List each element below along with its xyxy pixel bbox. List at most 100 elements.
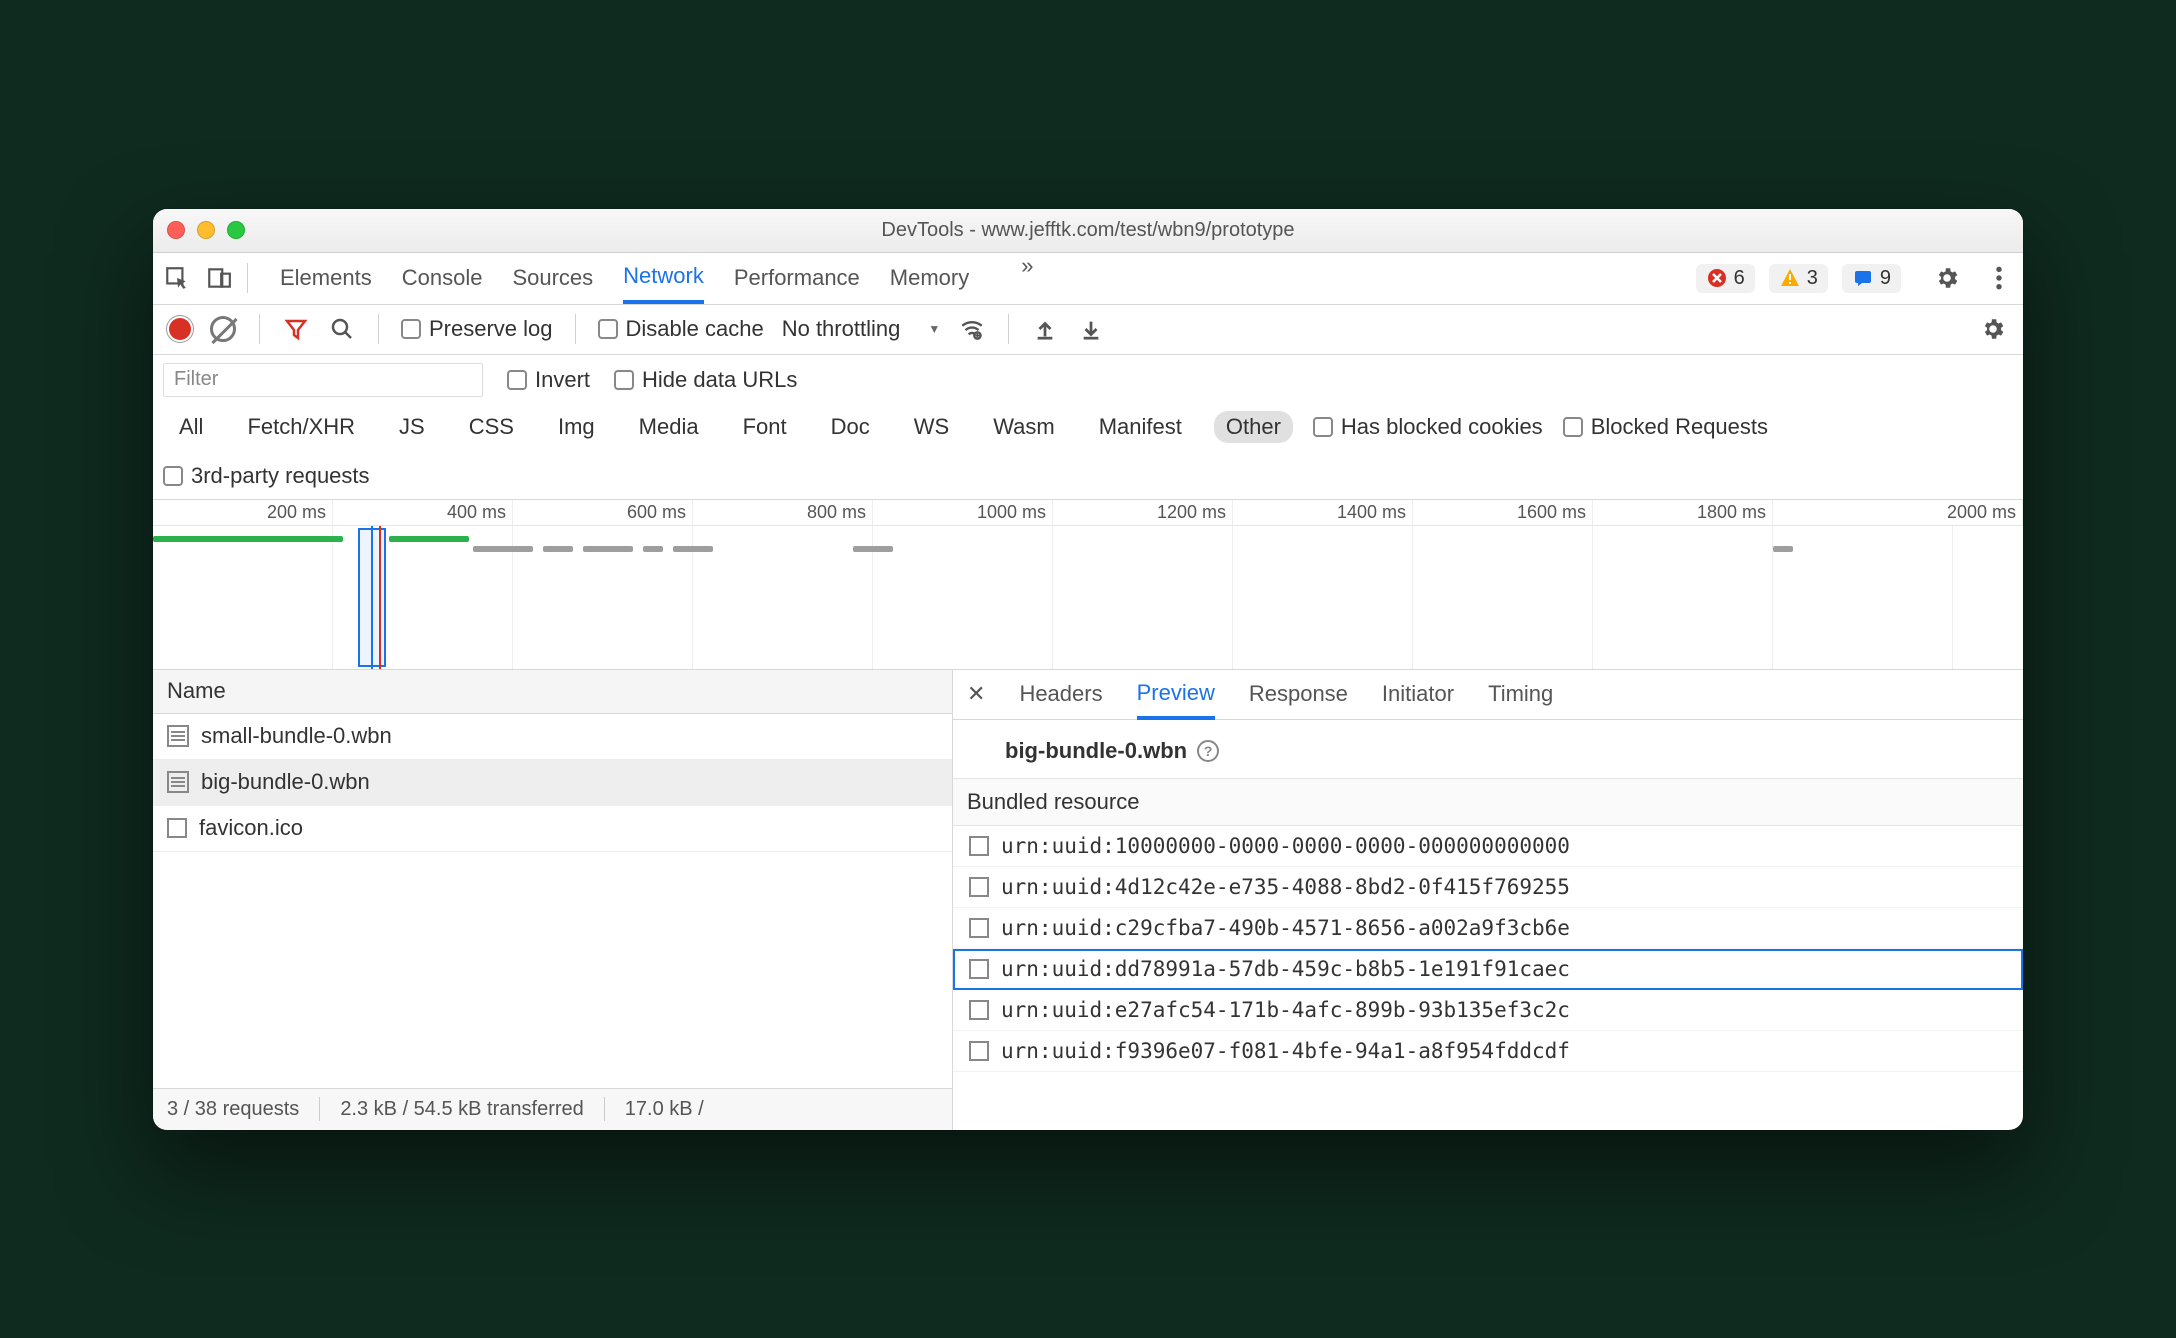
type-other[interactable]: Other [1214,411,1293,443]
type-doc[interactable]: Doc [819,411,882,443]
bundled-resource[interactable]: urn:uuid:4d12c42e-e735-4088-8bd2-0f415f7… [953,867,2023,908]
file-icon [167,771,189,793]
column-header-name[interactable]: Name [153,670,952,714]
type-fetchxhr[interactable]: Fetch/XHR [235,411,367,443]
divider [575,314,576,344]
waterfall-bar [543,546,573,552]
timeline-overview[interactable]: 200 ms 400 ms 600 ms 800 ms 1000 ms 1200… [153,500,2023,670]
divider [259,314,260,344]
disable-cache-checkbox[interactable]: Disable cache [598,316,764,342]
request-name: favicon.ico [199,815,303,841]
tick: 1600 ms [1413,500,1593,525]
preserve-log-checkbox[interactable]: Preserve log [401,316,553,342]
type-ws[interactable]: WS [902,411,961,443]
tick: 800 ms [693,500,873,525]
waterfall-bar [473,546,533,552]
bundled-resource[interactable]: urn:uuid:e27afc54-171b-4afc-899b-93b135e… [953,990,2023,1031]
timeline-ticks: 200 ms 400 ms 600 ms 800 ms 1000 ms 1200… [153,500,2023,526]
error-count: 6 [1734,267,1745,290]
warning-icon [1779,267,1801,289]
throttling-select[interactable]: No throttling [782,316,941,342]
bundled-resource[interactable]: urn:uuid:dd78991a-57db-459c-b8b5-1e191f9… [953,949,2023,990]
file-icon [167,725,189,747]
bundled-resource[interactable]: urn:uuid:f9396e07-f081-4bfe-94a1-a8f954f… [953,1031,2023,1072]
type-js[interactable]: JS [387,411,437,443]
device-toolbar-icon[interactable] [205,264,233,292]
bundled-resource-header: Bundled resource [953,778,2023,826]
traffic-lights [167,221,245,239]
request-row[interactable]: favicon.ico [153,806,952,852]
tick: 1200 ms [1053,500,1233,525]
tick: 200 ms [153,500,333,525]
tick: 1000 ms [873,500,1053,525]
bundled-resource-list: urn:uuid:10000000-0000-0000-0000-0000000… [953,826,2023,1072]
zoom-window-button[interactable] [227,221,245,239]
import-har-icon[interactable] [1031,315,1059,343]
hide-data-urls-checkbox[interactable]: Hide data URLs [614,367,797,393]
status-bar: 3 / 38 requests 2.3 kB / 54.5 kB transfe… [153,1088,952,1130]
invert-checkbox[interactable]: Invert [507,367,590,393]
has-blocked-cookies-checkbox[interactable]: Has blocked cookies [1313,414,1543,440]
type-manifest[interactable]: Manifest [1087,411,1194,443]
status-resources: 17.0 kB / [625,1098,704,1121]
message-count-pill[interactable]: 9 [1842,264,1901,293]
dtab-initiator[interactable]: Initiator [1382,670,1454,719]
export-har-icon[interactable] [1077,315,1105,343]
error-icon [1706,267,1728,289]
record-button[interactable] [169,318,191,340]
dtab-timing[interactable]: Timing [1488,670,1553,719]
minimize-window-button[interactable] [197,221,215,239]
waterfall-bar [673,546,713,552]
file-icon [969,959,989,979]
blocked-requests-checkbox[interactable]: Blocked Requests [1563,414,1768,440]
search-icon[interactable] [328,315,356,343]
titlebar: DevTools - www.jefftk.com/test/wbn9/prot… [153,209,2023,253]
dtab-response[interactable]: Response [1249,670,1348,719]
warning-count-pill[interactable]: 3 [1769,264,1828,293]
dtab-preview[interactable]: Preview [1137,670,1215,720]
timeline-body[interactable] [153,526,2023,669]
request-row[interactable]: big-bundle-0.wbn [153,760,952,806]
tab-memory[interactable]: Memory [890,253,969,304]
more-options-icon[interactable] [1985,264,2013,292]
network-settings-icon[interactable] [1979,315,2007,343]
tab-sources[interactable]: Sources [512,253,593,304]
close-window-button[interactable] [167,221,185,239]
clear-button[interactable] [209,315,237,343]
tab-console[interactable]: Console [402,253,483,304]
error-count-pill[interactable]: 6 [1696,264,1755,293]
more-tabs-icon[interactable]: » [1021,253,1033,304]
type-font[interactable]: Font [731,411,799,443]
bundled-resource[interactable]: urn:uuid:10000000-0000-0000-0000-0000000… [953,826,2023,867]
close-detail-icon[interactable]: ✕ [967,670,985,719]
bundled-resource[interactable]: urn:uuid:c29cfba7-490b-4571-8656-a002a9f… [953,908,2023,949]
domcontent-line [371,526,373,669]
type-img[interactable]: Img [546,411,607,443]
network-split: Name small-bundle-0.wbn big-bundle-0.wbn… [153,670,2023,1130]
panel-tabs: Elements Console Sources Network Perform… [153,253,2023,305]
tab-elements[interactable]: Elements [280,253,372,304]
help-icon[interactable]: ? [1197,740,1219,762]
network-conditions-icon[interactable] [958,315,986,343]
load-line [379,526,381,669]
request-row[interactable]: small-bundle-0.wbn [153,714,952,760]
warning-count: 3 [1807,267,1818,290]
request-rows: small-bundle-0.wbn big-bundle-0.wbn favi… [153,714,952,1088]
inspect-element-icon[interactable] [163,264,191,292]
waterfall-bar [643,546,663,552]
dtab-headers[interactable]: Headers [1019,670,1102,719]
type-all[interactable]: All [167,411,215,443]
tab-performance[interactable]: Performance [734,253,860,304]
type-css[interactable]: CSS [457,411,526,443]
tab-network[interactable]: Network [623,253,704,304]
request-list: Name small-bundle-0.wbn big-bundle-0.wbn… [153,670,953,1130]
type-wasm[interactable]: Wasm [981,411,1067,443]
type-media[interactable]: Media [627,411,711,443]
filter-bar: Filter Invert Hide data URLs All Fetch/X… [153,355,2023,500]
filter-input[interactable]: Filter [163,363,483,397]
filter-toggle-icon[interactable] [282,315,310,343]
detail-tabs: ✕ Headers Preview Response Initiator Tim… [953,670,2023,720]
third-party-checkbox[interactable]: 3rd-party requests [163,463,2013,489]
settings-icon[interactable] [1933,264,1961,292]
divider [247,263,248,293]
